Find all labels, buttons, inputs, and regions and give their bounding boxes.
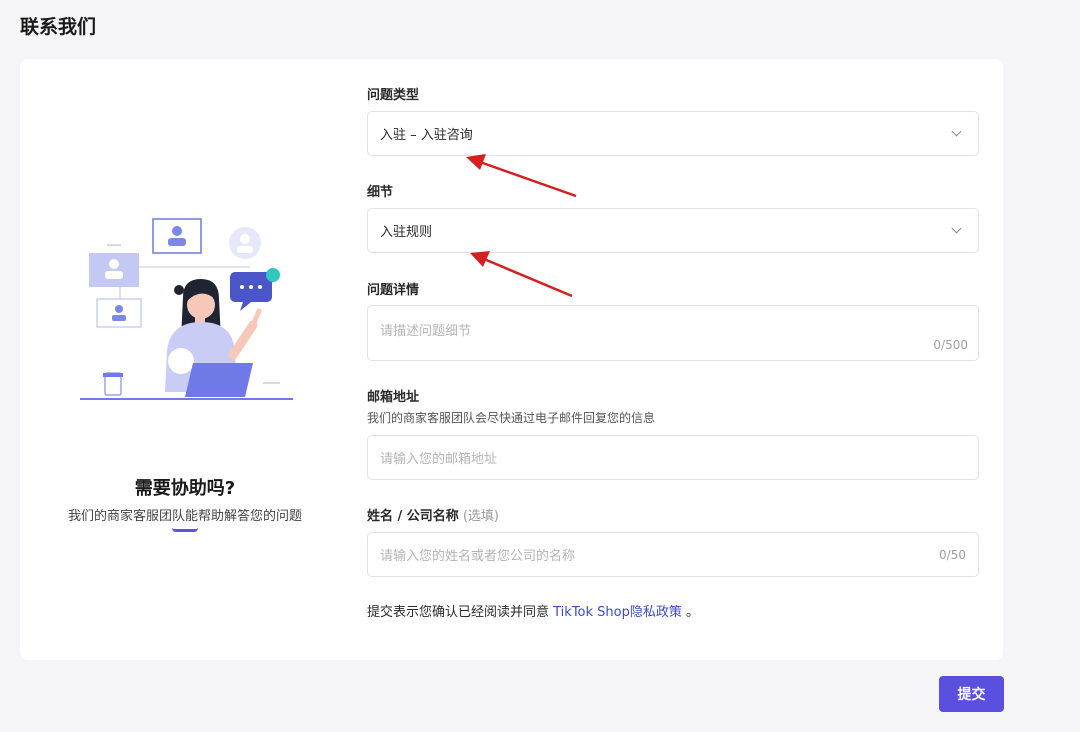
description-placeholder: 请描述问题细节 — [380, 324, 472, 339]
submit-button[interactable]: 提交 — [939, 676, 1004, 712]
chevron-down-icon — [951, 126, 962, 137]
help-title: 需要协助吗? — [134, 478, 236, 499]
support-illustration — [80, 218, 293, 400]
agreement-suffix: 。 — [681, 605, 700, 620]
agreement-prefix: 提交表示您确认已经阅读并同意 — [367, 605, 554, 620]
email-hint: 我们的商家客服团队会尽快通过电子邮件回复您的信息 — [367, 411, 656, 425]
issue-type-value: 入驻 – 入驻咨询 — [380, 128, 473, 143]
issue-type-select[interactable]: 入驻 – 入驻咨询 — [367, 111, 979, 156]
description-textarea[interactable]: 请描述问题细节 0/500 — [367, 305, 979, 361]
email-label: 邮箱地址 — [367, 390, 420, 405]
email-placeholder: 请输入您的邮箱地址 — [380, 452, 498, 467]
decorative-underline — [172, 528, 198, 532]
chevron-down-icon — [951, 223, 962, 234]
optional-tag: (选填) — [462, 509, 499, 524]
name-field[interactable]: 请输入您的姓名或者您公司的名称 0/50 — [367, 532, 979, 577]
detail-label: 细节 — [367, 185, 394, 200]
description-counter: 0/500 — [933, 338, 968, 352]
privacy-policy-link[interactable]: TikTok Shop隐私政策 — [553, 605, 682, 620]
description-label: 问题详情 — [367, 283, 420, 298]
page-title: 联系我们 — [20, 16, 97, 38]
detail-select[interactable]: 入驻规则 — [367, 208, 979, 253]
name-placeholder: 请输入您的姓名或者您公司的名称 — [380, 549, 576, 564]
email-field[interactable]: 请输入您的邮箱地址 — [367, 435, 979, 480]
issue-type-label: 问题类型 — [367, 88, 420, 103]
name-label-text: 姓名 / 公司名称 — [367, 509, 459, 524]
name-counter: 0/50 — [939, 547, 966, 562]
name-label: 姓名 / 公司名称 (选填) — [367, 505, 499, 524]
detail-value: 入驻规则 — [380, 225, 433, 240]
help-subtitle: 我们的商家客服团队能帮助解答您的问题 — [67, 509, 302, 524]
agreement-text: 提交表示您确认已经阅读并同意 TikTok Shop隐私政策 。 — [367, 601, 699, 620]
